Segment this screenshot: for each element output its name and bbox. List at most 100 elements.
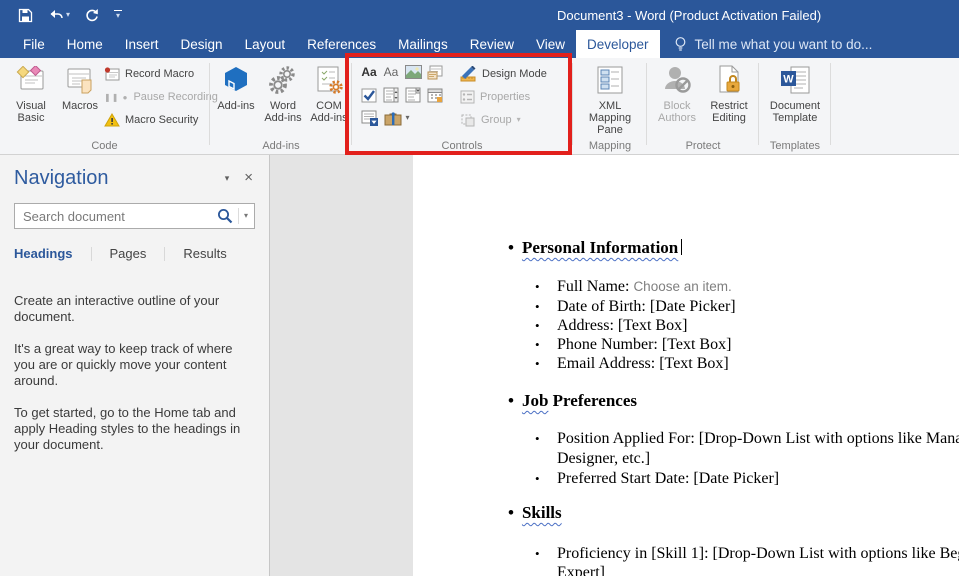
tab-developer[interactable]: Developer: [576, 30, 660, 58]
redo-button[interactable]: [85, 8, 99, 22]
heading-job-preferences: • Job Preferences: [508, 391, 637, 410]
tab-file[interactable]: File: [12, 30, 56, 58]
bullet-icon: •: [508, 391, 514, 410]
window-title: Document3 - Word (Product Activation Fai…: [557, 8, 822, 23]
building-block-gallery-button[interactable]: [426, 63, 444, 81]
building-block-icon: [427, 65, 443, 79]
navigation-pane: Navigation ▾ × ▾ Headings Pages Results …: [0, 155, 270, 576]
check-box-icon: [361, 88, 377, 102]
tab-home[interactable]: Home: [56, 30, 114, 58]
legacy-tools-button[interactable]: ▾: [382, 109, 412, 127]
bullet-icon: •: [535, 318, 540, 333]
main-area: Navigation ▾ × ▾ Headings Pages Results …: [0, 155, 959, 576]
undo-icon: [48, 9, 64, 22]
ribbon-separator: [209, 63, 210, 145]
word-add-ins-label: Word Add-ins: [264, 100, 302, 124]
com-add-ins-button[interactable]: COM Add-ins: [307, 60, 351, 124]
drop-down-list-icon: [405, 87, 421, 103]
record-macro-icon: [104, 67, 120, 81]
save-button[interactable]: [18, 8, 33, 23]
record-macro-label: Record Macro: [125, 68, 195, 80]
search-options-dropdown-icon[interactable]: ▾: [244, 212, 248, 220]
lightbulb-icon: [674, 36, 687, 52]
tab-references[interactable]: References: [296, 30, 387, 58]
restrict-editing-button[interactable]: Restrict Editing: [704, 60, 754, 124]
document-area: • Personal Information • Full Name: Choose…: [270, 155, 959, 576]
ribbon-group-code: Visual Basic Add-ins Macros Record Macro…: [0, 58, 218, 154]
document-template-icon: W: [779, 63, 811, 97]
repeating-section-content-control-button[interactable]: [360, 109, 378, 127]
visual-basic-button[interactable]: Visual Basic: [6, 60, 56, 124]
legacy-tools-icon: [384, 111, 402, 125]
bullet-icon: •: [535, 431, 540, 446]
bullet-icon: •: [535, 546, 540, 561]
tab-insert[interactable]: Insert: [114, 30, 170, 58]
combo-box-content-control-button[interactable]: [382, 86, 400, 104]
macro-security-button[interactable]: Macro Security: [104, 110, 198, 130]
xml-mapping-pane-button[interactable]: XML Mapping Pane: [577, 60, 643, 136]
navigation-pane-menu-icon[interactable]: ▾: [225, 173, 230, 184]
list-item: • Position Applied For: [Drop-Down List w…: [535, 430, 959, 447]
visual-basic-icon: [16, 63, 46, 97]
group-label-text: Group: [481, 114, 512, 126]
bullet-icon: •: [508, 238, 514, 257]
ribbon: Visual Basic Add-ins Macros Record Macro…: [0, 58, 959, 155]
group-label-addins: Add-ins: [262, 140, 300, 152]
add-ins-label: Add-ins: [217, 100, 255, 112]
add-ins-button[interactable]: Add-ins: [215, 60, 257, 112]
word-add-ins-button[interactable]: Word Add-ins: [261, 60, 305, 124]
search-icon[interactable]: [217, 208, 233, 224]
nav-tab-results[interactable]: Results: [183, 246, 226, 267]
list-item: • Phone Number: [Text Box]: [535, 336, 732, 353]
search-input[interactable]: [23, 208, 217, 224]
undo-button[interactable]: ▾: [48, 9, 70, 22]
ribbon-separator: [758, 63, 759, 145]
add-ins-cube-icon: [221, 63, 251, 97]
date-picker-content-control-button[interactable]: [426, 86, 444, 104]
group-button: Group ▾: [460, 110, 521, 130]
save-icon: [18, 8, 33, 23]
tab-review[interactable]: Review: [459, 30, 525, 58]
properties-button: Properties: [460, 87, 530, 107]
macros-button[interactable]: Add-ins Macros: [58, 60, 102, 112]
group-label-protect: Protect: [685, 140, 721, 152]
picture-content-control-button[interactable]: [404, 63, 422, 81]
restrict-editing-icon: [715, 63, 743, 97]
pause-recording-button: ❚❚ ● Pause Recording: [104, 87, 218, 107]
group-label-templates: Templates: [769, 140, 821, 152]
tab-mailings[interactable]: Mailings: [387, 30, 459, 58]
record-macro-button[interactable]: Record Macro: [104, 64, 194, 84]
redo-icon: [85, 8, 99, 22]
design-mode-button[interactable]: Design Mode: [460, 64, 547, 84]
undo-dropdown-icon[interactable]: ▾: [66, 11, 70, 19]
plain-text-content-control-button[interactable]: Aa: [382, 63, 400, 81]
design-mode-icon: [460, 66, 477, 82]
document-page: • Personal Information • Full Name: Choose…: [413, 155, 959, 576]
tell-me-box[interactable]: Tell me what you want to do...: [674, 30, 872, 58]
nav-tab-pages[interactable]: Pages: [110, 246, 147, 267]
legacy-tools-dropdown-icon[interactable]: ▾: [405, 114, 409, 122]
tab-layout[interactable]: Layout: [234, 30, 297, 58]
search-box[interactable]: ▾: [14, 203, 255, 229]
rich-text-content-control-button[interactable]: Aa: [360, 63, 378, 81]
drop-down-list-content-control-button[interactable]: [404, 86, 422, 104]
combo-box-icon: [383, 87, 399, 103]
group-label-controls: Controls: [441, 140, 483, 152]
customize-quick-access-button[interactable]: ▾: [114, 9, 123, 21]
nav-tab-headings[interactable]: Headings: [14, 246, 73, 267]
content-control-placeholder[interactable]: Choose an item.: [633, 279, 731, 294]
list-item: • Address: [Text Box]: [535, 317, 688, 334]
nav-paragraph: To get started, go to the Home tab and a…: [14, 405, 241, 452]
properties-label: Properties: [480, 91, 531, 103]
design-mode-label: Design Mode: [482, 68, 547, 80]
tab-design[interactable]: Design: [170, 30, 234, 58]
list-item-continuation: Designer, etc.]: [557, 450, 651, 467]
title-bar: ▾ ▾ Document3 - Word (Product Activation…: [0, 0, 959, 30]
tab-view[interactable]: View: [525, 30, 576, 58]
check-box-content-control-button[interactable]: [360, 86, 378, 104]
plain-text-icon: Aa: [383, 65, 399, 79]
bullet-icon: •: [535, 356, 540, 371]
navigation-pane-close-icon[interactable]: ×: [244, 170, 253, 185]
list-item: • Date of Birth: [Date Picker]: [535, 298, 736, 315]
document-template-button[interactable]: W Document Template: [762, 60, 828, 124]
